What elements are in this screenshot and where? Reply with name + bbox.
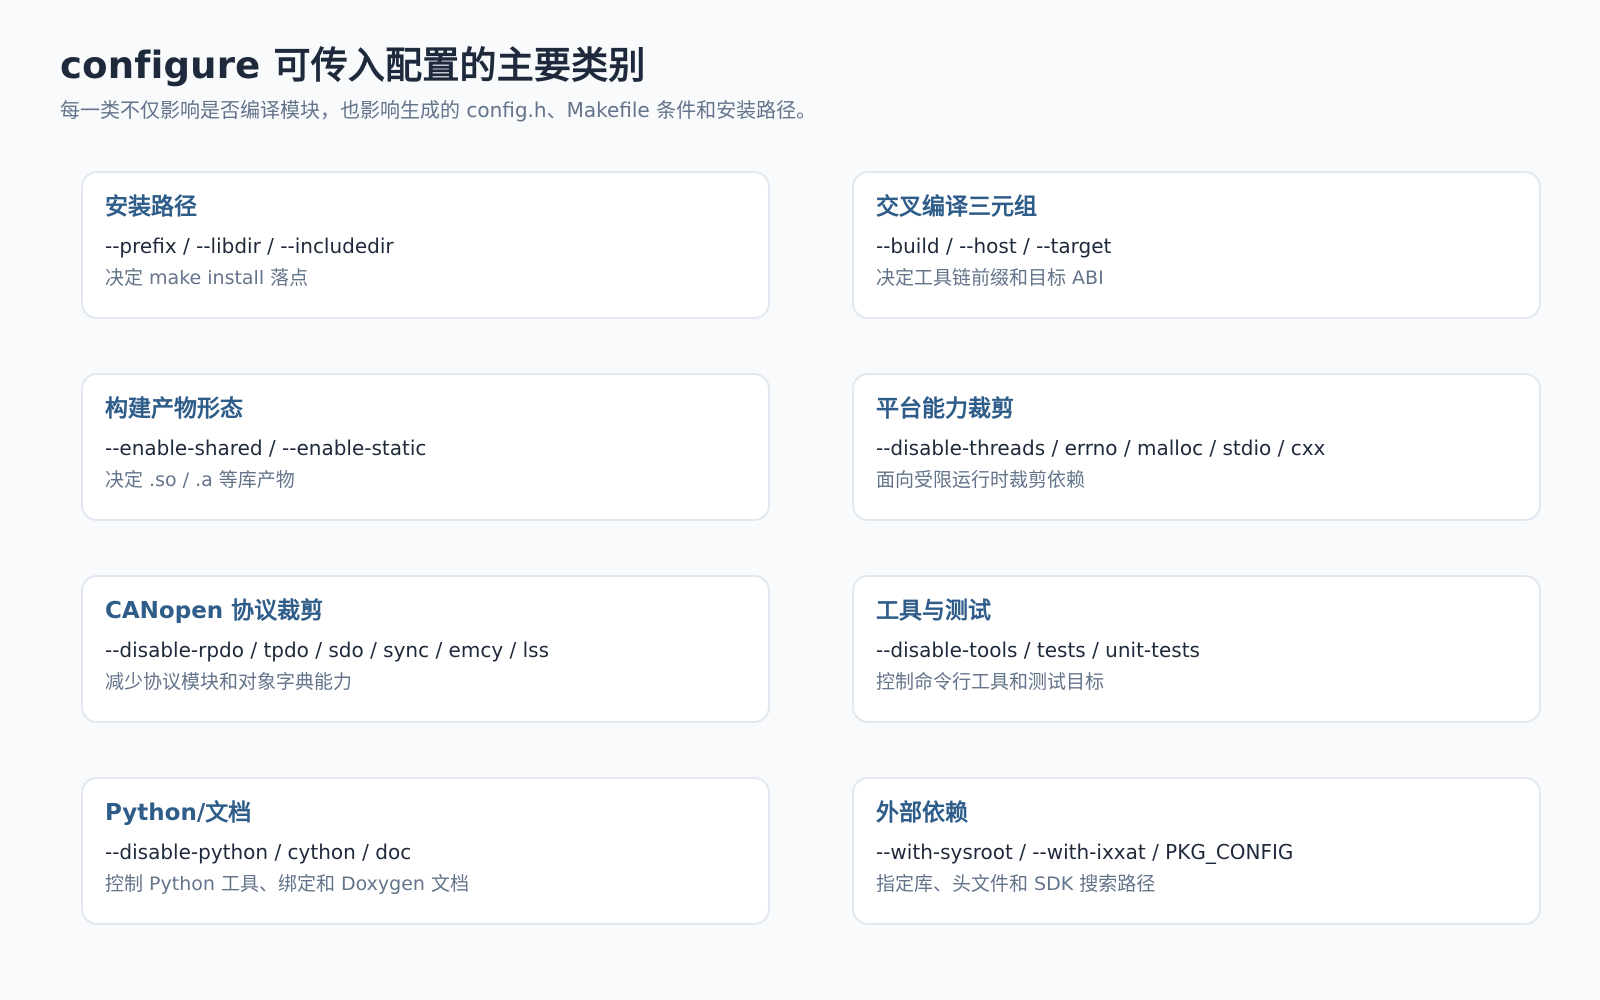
category-card-external-deps: 外部依赖 --with-sysroot / --with-ixxat / PKG…	[852, 777, 1541, 925]
category-card-platform-trimming: 平台能力裁剪 --disable-threads / errno / mallo…	[852, 373, 1541, 521]
category-card-build-artifacts: 构建产物形态 --enable-shared / --enable-static…	[81, 373, 770, 521]
category-grid: 安装路径 --prefix / --libdir / --includedir …	[81, 171, 1541, 925]
page-title: configure 可传入配置的主要类别	[60, 44, 646, 87]
card-description: 指定库、头文件和 SDK 搜索路径	[876, 872, 1156, 895]
card-description: 控制命令行工具和测试目标	[876, 670, 1105, 693]
card-options: --with-sysroot / --with-ixxat / PKG_CONF…	[876, 839, 1294, 864]
card-options: --build / --host / --target	[876, 233, 1112, 258]
card-options: --disable-python / cython / doc	[105, 839, 412, 864]
card-title: 平台能力裁剪	[876, 396, 1014, 422]
card-options: --disable-rpdo / tpdo / sdo / sync / emc…	[105, 637, 550, 662]
card-options: --disable-tools / tests / unit-tests	[876, 637, 1200, 662]
page: configure 可传入配置的主要类别 每一类不仅影响是否编译模块，也影响生成…	[0, 0, 1600, 1000]
card-description: 决定 make install 落点	[105, 266, 309, 289]
card-description: 面向受限运行时裁剪依赖	[876, 468, 1086, 491]
card-title: CANopen 协议裁剪	[105, 598, 324, 624]
card-options: --prefix / --libdir / --includedir	[105, 233, 394, 258]
category-card-tools-tests: 工具与测试 --disable-tools / tests / unit-tes…	[852, 575, 1541, 723]
card-title: Python/文档	[105, 800, 252, 826]
card-description: 减少协议模块和对象字典能力	[105, 670, 353, 693]
page-subtitle: 每一类不仅影响是否编译模块，也影响生成的 config.h、Makefile 条…	[60, 98, 817, 122]
card-title: 构建产物形态	[105, 396, 243, 422]
card-options: --disable-threads / errno / malloc / std…	[876, 435, 1326, 460]
category-card-install-path: 安装路径 --prefix / --libdir / --includedir …	[81, 171, 770, 319]
card-title: 交叉编译三元组	[876, 194, 1037, 220]
card-title: 工具与测试	[876, 598, 991, 624]
category-card-cross-compile: 交叉编译三元组 --build / --host / --target 决定工具…	[852, 171, 1541, 319]
card-title: 外部依赖	[876, 800, 968, 826]
card-description: 决定工具链前缀和目标 ABI	[876, 266, 1104, 289]
card-description: 决定 .so / .a 等库产物	[105, 468, 295, 491]
category-card-canopen-trimming: CANopen 协议裁剪 --disable-rpdo / tpdo / sdo…	[81, 575, 770, 723]
card-description: 控制 Python 工具、绑定和 Doxygen 文档	[105, 872, 469, 895]
card-title: 安装路径	[105, 194, 197, 220]
category-card-python-docs: Python/文档 --disable-python / cython / do…	[81, 777, 770, 925]
card-options: --enable-shared / --enable-static	[105, 435, 427, 460]
